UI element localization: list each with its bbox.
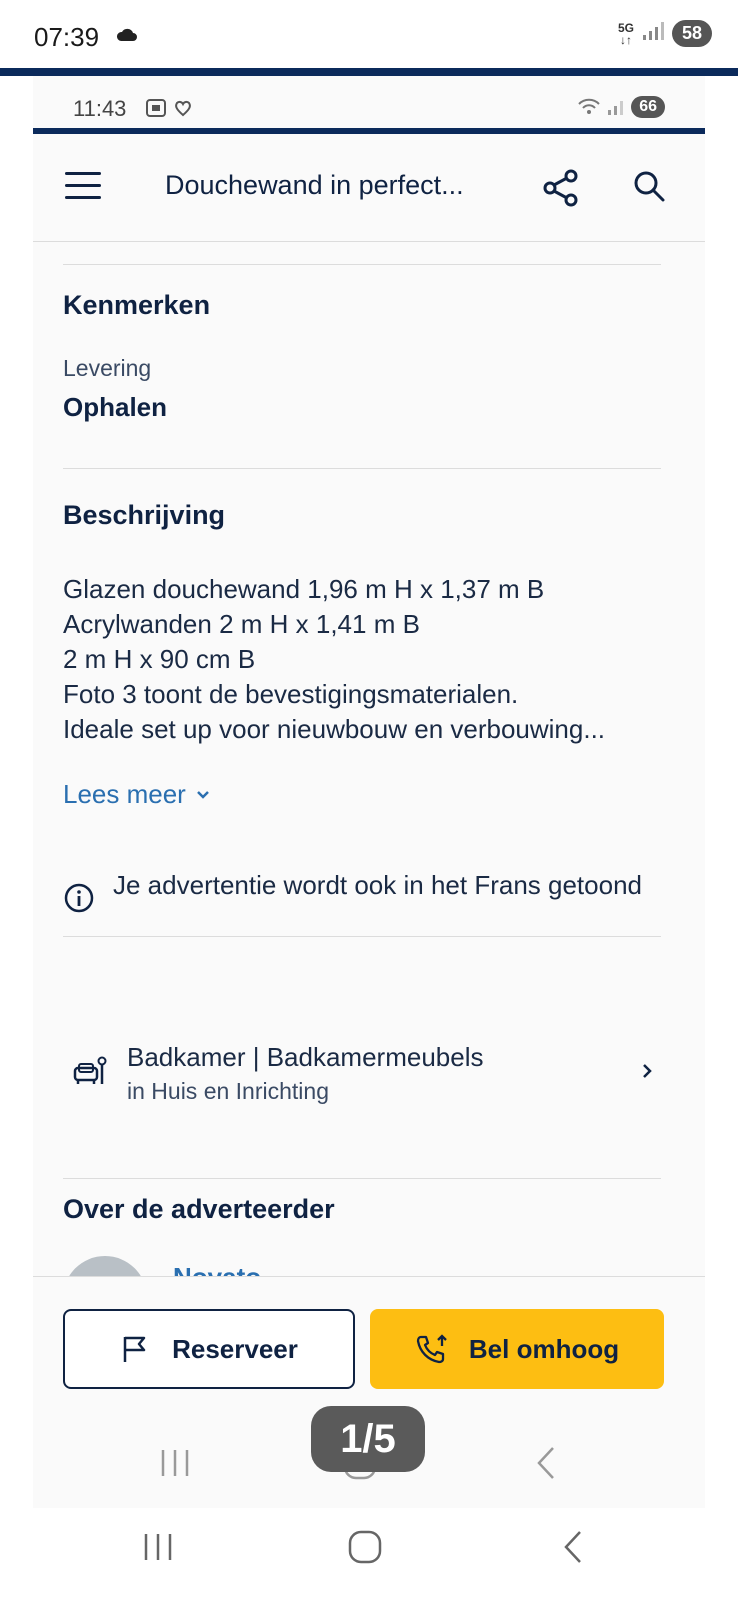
inner-status-time: 11:43 xyxy=(73,96,127,121)
share-icon[interactable] xyxy=(541,168,581,213)
read-more-link[interactable]: Lees meer xyxy=(63,779,210,810)
battery-indicator: 58 xyxy=(671,20,712,47)
recent-apps-icon[interactable] xyxy=(144,1534,172,1560)
bump-button[interactable]: Bel omhoog xyxy=(370,1309,664,1389)
language-notice-text: Je advertentie wordt ook in het Frans ge… xyxy=(113,870,642,900)
notification-icons xyxy=(145,98,193,118)
app-bar: Douchewand in perfect... xyxy=(33,134,705,242)
cloud-icon xyxy=(116,26,138,47)
status-time: 07:39 xyxy=(34,22,100,52)
signal-icon xyxy=(608,101,624,115)
inner-screenshot: 11:43 66 Douchewand in perfect... Kenmer… xyxy=(33,76,705,1508)
divider xyxy=(63,1178,661,1179)
reserve-button[interactable]: Reserveer xyxy=(63,1309,355,1389)
wifi-icon xyxy=(578,98,600,114)
levering-label: Levering xyxy=(63,355,152,381)
back-icon[interactable] xyxy=(564,1531,581,1563)
home-icon[interactable] xyxy=(348,1530,382,1564)
outer-status-bar: 07:39 5G ↓↑ 58 xyxy=(0,0,738,70)
image-pager: 1/5 xyxy=(311,1406,425,1472)
heart-icon xyxy=(175,100,191,117)
menu-icon[interactable] xyxy=(65,172,101,200)
divider xyxy=(63,936,661,937)
network-5g-icon: 5G ↓↑ xyxy=(617,20,634,47)
phone-up-icon xyxy=(416,1334,447,1364)
reserve-label: Reserveer xyxy=(172,1333,298,1364)
inner-status-bar: 11:43 66 xyxy=(33,76,705,128)
category-title: Badkamer | Badkamermeubels xyxy=(127,1042,484,1072)
category-subtitle: in Huis en Inrichting xyxy=(127,1078,329,1104)
levering-value: Ophalen xyxy=(63,392,168,422)
battery-indicator: 66 xyxy=(631,96,665,118)
top-accent-line xyxy=(0,68,738,76)
signal-icon xyxy=(642,21,664,46)
beschrijving-heading: Beschrijving xyxy=(63,500,226,530)
read-more-label: Lees meer xyxy=(63,779,186,809)
page-title: Douchewand in perfect... xyxy=(165,170,464,200)
description-line: Foto 3 toont de bevestigingsmaterialen. xyxy=(63,679,519,709)
chevron-right-icon xyxy=(641,1062,653,1085)
description-line: Acrylwanden 2 m H x 1,41 m B xyxy=(63,609,420,639)
info-icon xyxy=(63,882,95,919)
description-line: Ideale set up voor nieuwbouw en verbouwi… xyxy=(63,714,606,744)
recent-apps-icon xyxy=(161,1450,189,1476)
divider xyxy=(63,468,661,469)
flag-icon xyxy=(123,1336,146,1362)
advertiser-heading: Over de adverteerder xyxy=(63,1194,335,1224)
kenmerken-heading: Kenmerken xyxy=(63,290,211,320)
chevron-down-icon xyxy=(196,790,209,799)
back-icon xyxy=(537,1447,554,1479)
bump-label: Bel omhoog xyxy=(468,1333,620,1364)
description-line: Glazen douchewand 1,96 m H x 1,37 m B xyxy=(63,574,545,604)
category-link[interactable]: Badkamer | Badkamermeubels in Huis en In… xyxy=(63,1042,663,1112)
search-icon[interactable] xyxy=(631,168,667,209)
description-line: 2 m H x 90 cm B xyxy=(63,644,256,674)
divider xyxy=(63,264,661,265)
description-text: Glazen douchewand 1,96 m H x 1,37 m B Ac… xyxy=(63,572,673,747)
outer-nav-bar xyxy=(0,1508,738,1600)
screenshot-icon xyxy=(146,99,166,117)
furniture-icon xyxy=(73,1056,107,1091)
